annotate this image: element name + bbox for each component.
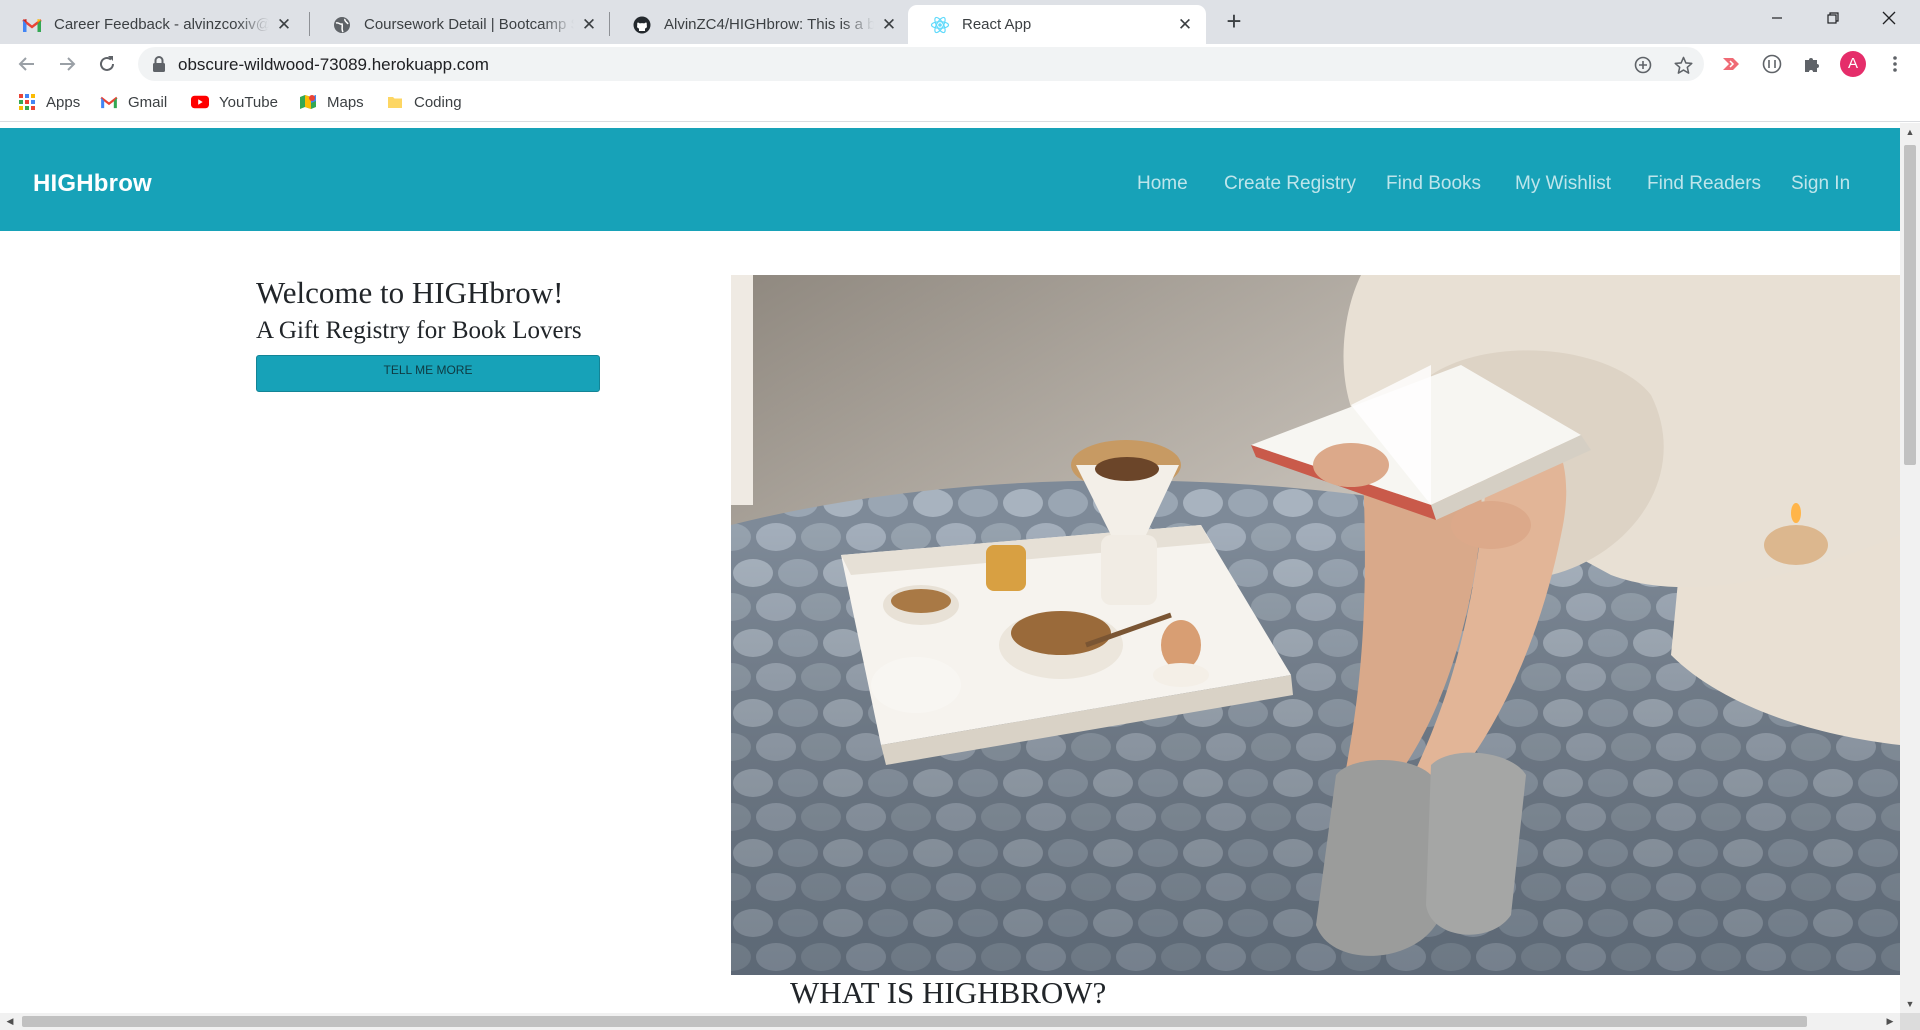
bookmarks-bar: Apps Gmail YouTube Maps Coding: [0, 84, 1920, 122]
tab-github-highbrow[interactable]: AlvinZC4/HIGHbrow: This is a book gift r…: [610, 5, 910, 44]
tab-career-feedback[interactable]: Career Feedback - alvinzcoxiv@gmail.com …: [0, 5, 305, 44]
close-icon[interactable]: ✕: [275, 15, 293, 34]
bookmark-maps[interactable]: Maps: [299, 93, 364, 111]
cast-extension-icon[interactable]: [1720, 53, 1742, 75]
bookmark-youtube[interactable]: YouTube: [191, 93, 278, 111]
bookmark-star-icon[interactable]: [1673, 55, 1693, 75]
apps-grid-icon: [18, 93, 36, 111]
tab-title: React App: [962, 16, 1032, 33]
bookmark-coding-folder[interactable]: Coding: [386, 93, 462, 111]
scroll-right-arrow-icon[interactable]: ▶: [1885, 1016, 1895, 1026]
scroll-left-arrow-icon[interactable]: ◀: [5, 1016, 15, 1026]
vertical-scrollbar[interactable]: ▲ ▼: [1900, 123, 1920, 1013]
bookmark-label: Maps: [327, 93, 364, 111]
new-tab-button[interactable]: +: [1220, 8, 1248, 36]
close-icon[interactable]: ✕: [1176, 15, 1194, 34]
profile-avatar[interactable]: A: [1840, 51, 1866, 77]
restore-button[interactable]: [1806, 0, 1860, 36]
dark-reader-icon[interactable]: [1761, 53, 1783, 75]
install-app-icon[interactable]: [1633, 55, 1653, 75]
vertical-scroll-thumb[interactable]: [1904, 145, 1916, 465]
nav-my-wishlist[interactable]: My Wishlist: [1515, 173, 1611, 195]
bookmark-label: YouTube: [219, 93, 278, 111]
hero-title: Welcome to HIGHbrow!: [256, 275, 564, 310]
section-title-what-is-highbrow: WHAT IS HIGHBROW?: [790, 975, 1107, 1010]
bookmark-label: Gmail: [128, 93, 168, 111]
close-icon[interactable]: ✕: [580, 15, 598, 34]
scroll-up-arrow-icon[interactable]: ▲: [1905, 127, 1915, 137]
forward-button[interactable]: [53, 50, 81, 78]
github-icon: [632, 15, 652, 35]
tab-react-app[interactable]: React App ✕: [908, 5, 1206, 44]
url-text[interactable]: obscure-wildwood-73089.herokuapp.com: [178, 55, 489, 75]
globe-icon: [332, 15, 352, 35]
bookmark-label: Apps: [46, 93, 81, 111]
hero-subtitle: A Gift Registry for Book Lovers: [256, 317, 582, 344]
bookmark-gmail[interactable]: Gmail: [100, 93, 167, 111]
maps-icon: [299, 93, 317, 111]
tab-strip: Career Feedback - alvinzcoxiv@gmail.com …: [0, 0, 1920, 44]
youtube-icon: [191, 93, 209, 111]
tab-title: Coursework Detail | Bootcamp Spot: [364, 16, 574, 33]
site-brand[interactable]: HIGHbrow: [33, 170, 152, 198]
close-window-button[interactable]: [1862, 0, 1916, 36]
nav-find-books[interactable]: Find Books: [1386, 173, 1481, 195]
extensions-puzzle-icon[interactable]: [1801, 53, 1823, 75]
react-icon: [930, 15, 950, 35]
tab-title: Career Feedback - alvinzcoxiv@gmail.com: [54, 16, 269, 33]
nav-sign-in[interactable]: Sign In: [1791, 173, 1850, 195]
back-button[interactable]: [13, 50, 41, 78]
nav-find-readers[interactable]: Find Readers: [1647, 173, 1761, 195]
nav-create-registry[interactable]: Create Registry: [1224, 173, 1356, 195]
scrollbar-corner: [1900, 1013, 1920, 1030]
bookmark-apps[interactable]: Apps: [18, 93, 80, 111]
tab-coursework-detail[interactable]: Coursework Detail | Bootcamp Spot ✕: [310, 5, 610, 44]
gmail-icon: [22, 15, 42, 35]
more-menu-icon[interactable]: [1884, 53, 1906, 75]
gmail-icon: [100, 93, 118, 111]
hero-photo-illustration: [731, 275, 1900, 975]
bookmark-label: Coding: [414, 93, 462, 111]
site-navbar: HIGHbrow Home Create Registry Find Books…: [0, 128, 1900, 231]
close-icon[interactable]: ✕: [880, 15, 898, 34]
minimize-button[interactable]: [1750, 0, 1804, 36]
scroll-down-arrow-icon[interactable]: ▼: [1905, 999, 1915, 1009]
tab-title: AlvinZC4/HIGHbrow: This is a book gift r…: [664, 16, 874, 33]
folder-icon: [386, 93, 404, 111]
address-bar[interactable]: obscure-wildwood-73089.herokuapp.com: [138, 47, 1704, 81]
hero-image: [731, 275, 1900, 975]
lock-icon[interactable]: [152, 56, 166, 72]
browser-toolbar: obscure-wildwood-73089.herokuapp.com A: [0, 44, 1920, 84]
page-viewport: HIGHbrow Home Create Registry Find Books…: [0, 123, 1900, 1013]
reload-button[interactable]: [93, 50, 121, 78]
tell-me-more-button[interactable]: TELL ME MORE: [256, 355, 600, 392]
horizontal-scroll-thumb[interactable]: [22, 1016, 1807, 1027]
nav-home[interactable]: Home: [1137, 173, 1188, 195]
horizontal-scrollbar[interactable]: ◀ ▶: [0, 1013, 1900, 1030]
